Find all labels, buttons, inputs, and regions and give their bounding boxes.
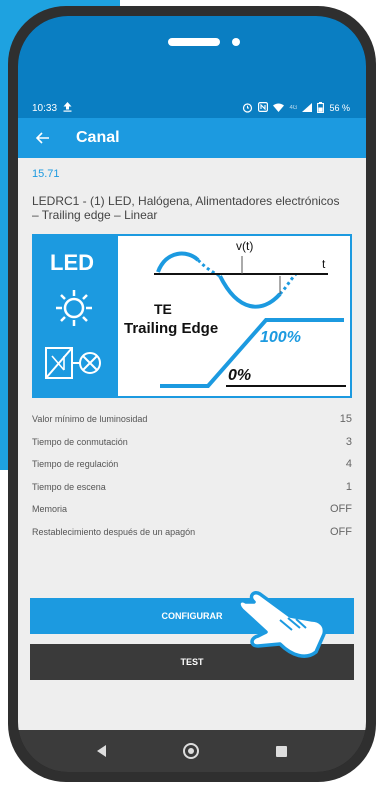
min-label: 0% (228, 367, 251, 384)
settings-list: Valor mínimo de luminosidad 15 Tiempo de… (32, 408, 352, 543)
t-label: t (322, 257, 326, 271)
setting-label: Restablecimiento después de un apagón (32, 526, 196, 537)
upload-arrow-icon (63, 101, 72, 115)
dimmer-symbol-icon (44, 342, 106, 389)
setting-label: Tiempo de regulación (32, 459, 119, 470)
speaker-grille (168, 38, 220, 46)
nfc-icon (258, 102, 269, 114)
setting-label: Valor mínimo de luminosidad (32, 414, 148, 425)
nav-back-icon[interactable] (96, 745, 106, 757)
settings-row: Tiempo de conmutación 3 (32, 431, 352, 454)
setting-value: 3 (345, 435, 352, 448)
version-label: 15.71 (32, 168, 60, 180)
diagram-icon-panel: LED (34, 236, 118, 396)
vt-label: v(t) (236, 239, 253, 253)
alarm-icon (242, 102, 253, 115)
setting-label: Tiempo de conmutación (32, 436, 128, 447)
signal-icon (302, 102, 313, 114)
max-label: 100% (260, 329, 301, 346)
light-bulb-icon (54, 288, 94, 333)
back-arrow-icon[interactable] (32, 127, 54, 149)
hand-pointer-icon (236, 590, 328, 667)
network-type-label: 4G (289, 105, 298, 111)
te-label: TE (154, 301, 172, 317)
battery-icon (317, 101, 325, 115)
waveform-graph: v(t) t TE Trailing Edge 100% 0% (124, 239, 346, 388)
nav-home-icon[interactable] (182, 743, 199, 759)
setting-value: 4 (345, 458, 352, 471)
setting-value: 15 (339, 413, 352, 426)
setting-label: Memoria (32, 504, 68, 515)
settings-row: Restablecimiento después de un apagón OF… (32, 521, 352, 544)
setting-value: OFF (330, 525, 352, 538)
setting-value: OFF (330, 503, 352, 516)
setting-label: Tiempo de escena (32, 481, 106, 492)
settings-row: Valor mínimo de luminosidad 15 (32, 408, 352, 431)
battery-percent: 56 % (329, 103, 350, 113)
android-nav-bar (18, 730, 366, 772)
trailing-edge-label: Trailing Edge (124, 320, 218, 337)
phone-notch-area (18, 16, 366, 98)
wifi-icon (273, 103, 285, 114)
led-label: LED (50, 250, 94, 275)
status-icons: 4G 56 % (242, 101, 350, 115)
status-time: 10:33 (32, 102, 58, 114)
front-camera (232, 38, 240, 46)
status-bar: 10:33 4G 56 % (18, 98, 366, 118)
setting-value: 1 (345, 480, 352, 493)
channel-description: LEDRC1 - (1) LED, Halógena, Alimentadore… (32, 194, 340, 222)
settings-row: Tiempo de escena 1 (32, 476, 352, 499)
nav-recents-icon[interactable] (276, 745, 288, 757)
page-title: Canal (76, 129, 120, 146)
settings-row: Tiempo de regulación 4 (32, 453, 352, 476)
settings-row: Memoria OFF (32, 498, 352, 521)
trailing-edge-diagram: LED v(t) t TE Trailing Edge 100% 0% (32, 234, 352, 398)
app-bar: Canal (18, 118, 366, 158)
